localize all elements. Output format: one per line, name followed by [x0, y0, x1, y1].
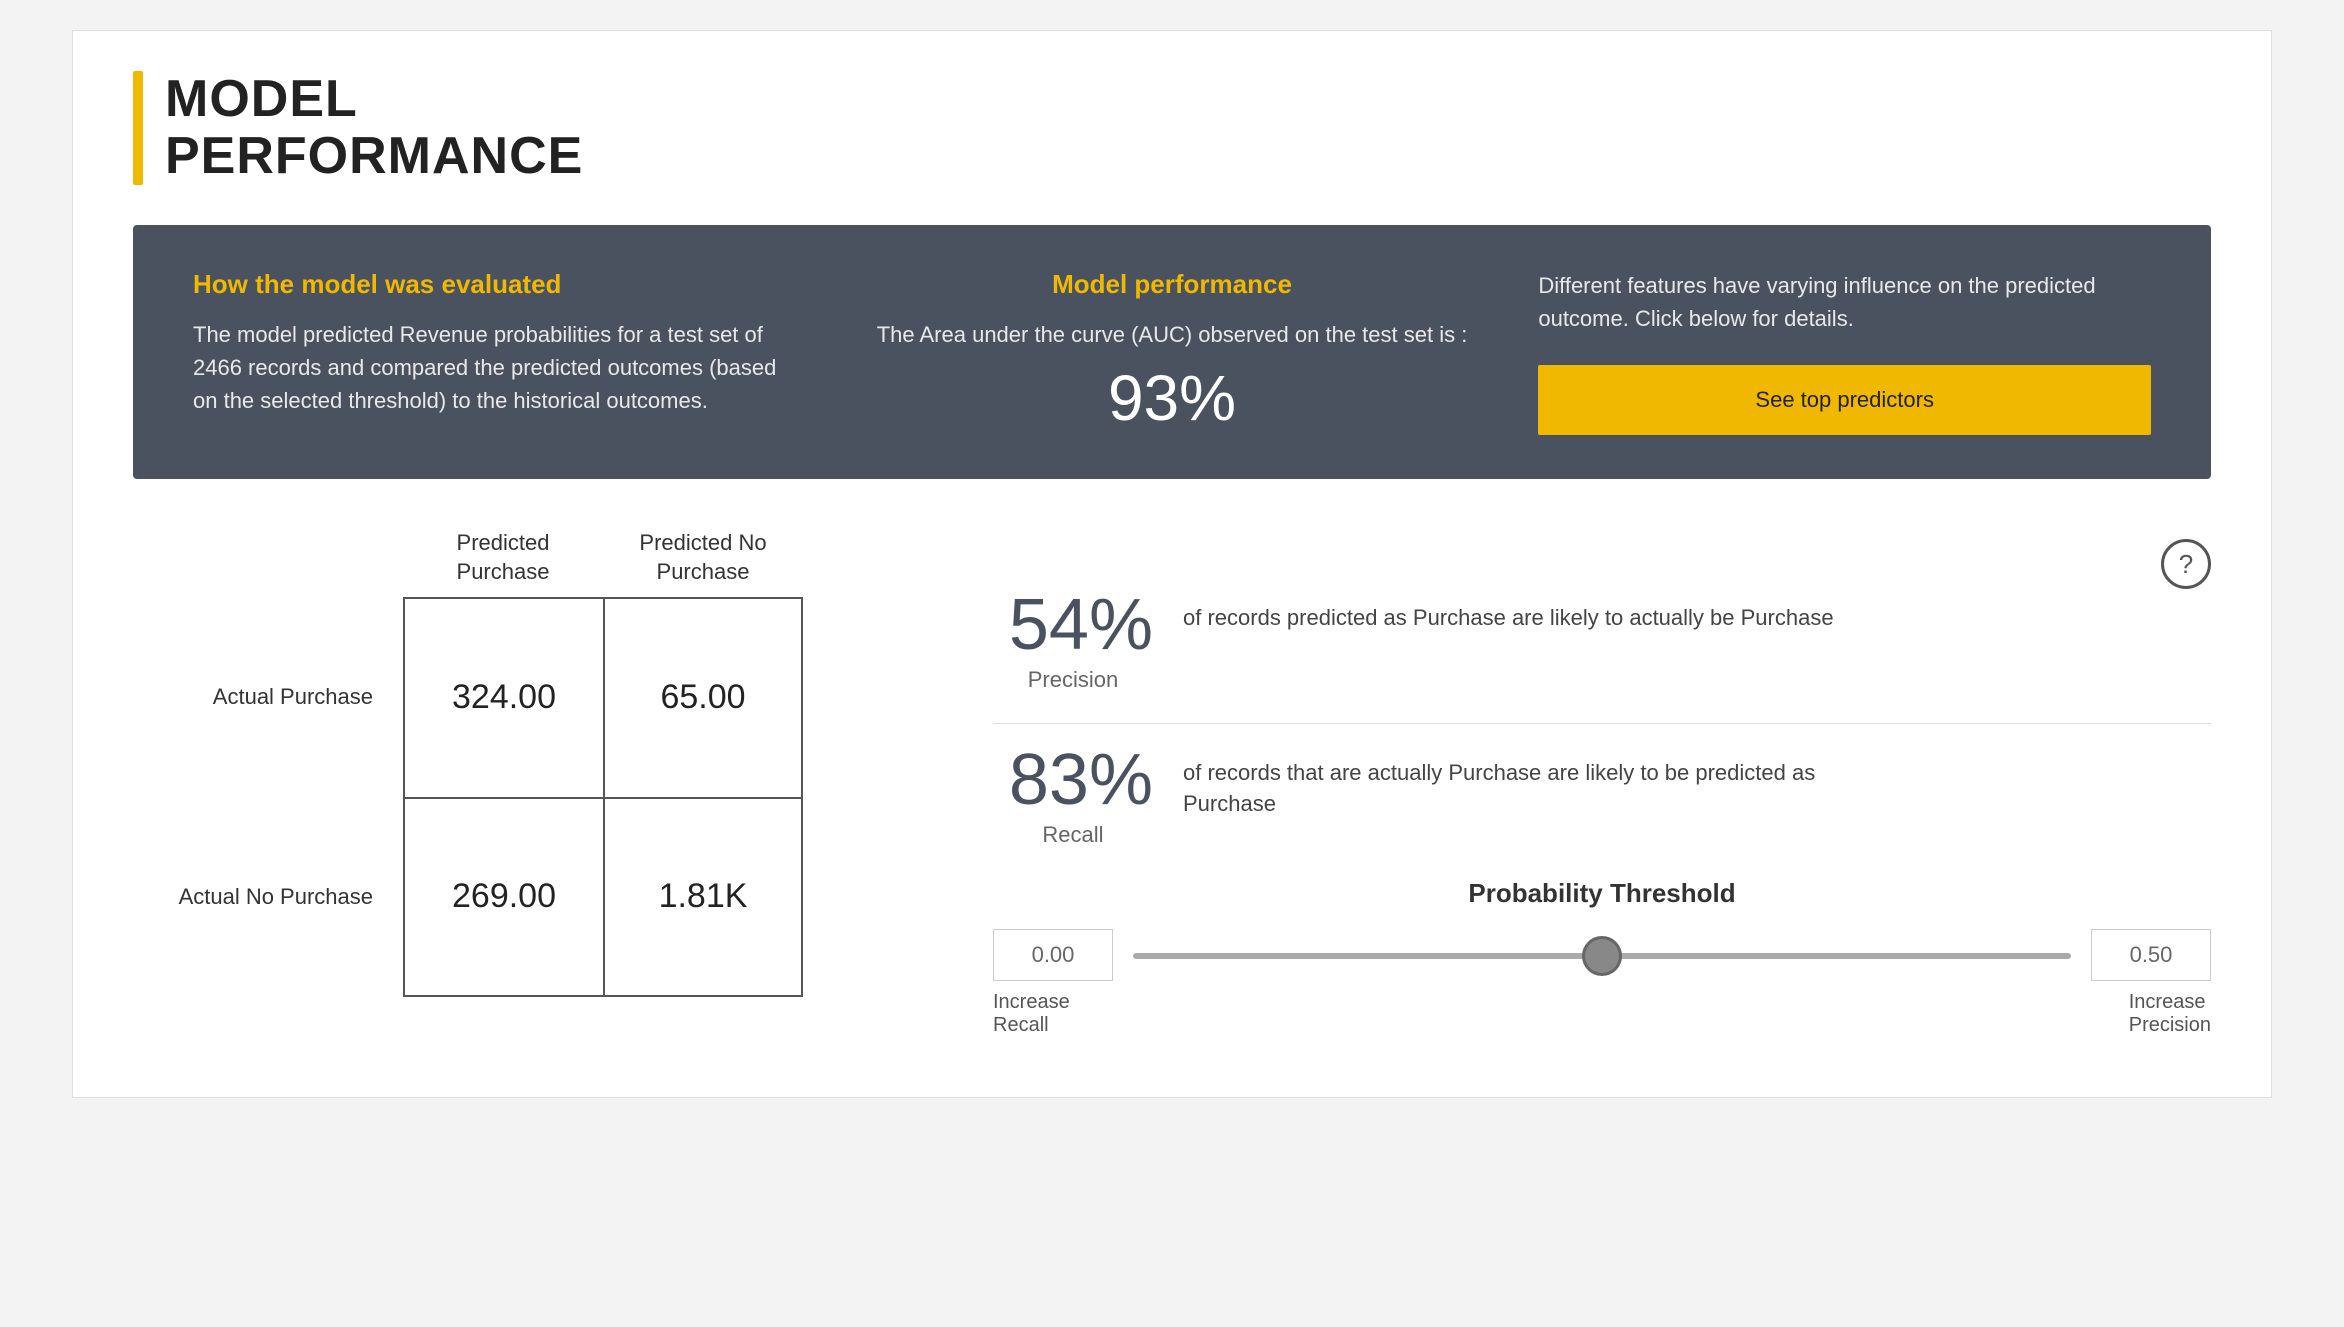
matrix-cell-tp: 324.00 — [403, 597, 603, 797]
matrix-row-label-no-purchase: Actual No Purchase — [133, 884, 403, 910]
help-icon[interactable]: ? — [2161, 539, 2211, 589]
precision-label: Precision — [993, 667, 1153, 693]
recall-description: of records that are actually Purchase ar… — [1183, 744, 1883, 820]
main-relative-wrap: ? PredictedPurchase Predicted NoPurchase… — [133, 529, 2211, 1037]
metrics-panel: 54% Precision of records predicted as Pu… — [993, 529, 2211, 1037]
recall-value-area: 83% Recall — [993, 744, 1153, 848]
matrix-cell-tn: 1.81K — [603, 797, 803, 997]
threshold-right-input[interactable] — [2091, 929, 2211, 981]
confusion-matrix-area: PredictedPurchase Predicted NoPurchase A… — [133, 529, 913, 996]
matrix-header-row: PredictedPurchase Predicted NoPurchase — [133, 529, 913, 586]
banner-text-auc: The Area under the curve (AUC) observed … — [866, 318, 1479, 351]
matrix-cell-fn: 65.00 — [603, 597, 803, 797]
info-banner: How the model was evaluated The model pr… — [133, 225, 2211, 479]
threshold-title: Probability Threshold — [993, 878, 2211, 909]
threshold-label-recall: IncreaseRecall — [993, 991, 1070, 1037]
page-title: MODEL PERFORMANCE — [165, 71, 583, 185]
matrix-row-actual-purchase: Actual Purchase 324.00 65.00 — [133, 597, 913, 797]
threshold-controls — [993, 929, 2211, 981]
threshold-label-precision: IncreasePrecision — [2129, 991, 2211, 1037]
title-line2: PERFORMANCE — [165, 128, 583, 185]
see-top-predictors-button[interactable]: See top predictors — [1538, 365, 2151, 435]
matrix-row-actual-no-purchase: Actual No Purchase 269.00 1.81K — [133, 797, 913, 997]
threshold-labels: IncreaseRecall IncreasePrecision — [993, 991, 2211, 1037]
recall-value: 83% — [993, 744, 1153, 816]
metric-divider — [993, 723, 2211, 724]
threshold-slider-container — [1133, 946, 2071, 964]
precision-block: 54% Precision of records predicted as Pu… — [993, 589, 2211, 693]
precision-description: of records predicted as Purchase are lik… — [1183, 589, 1834, 634]
main-content: PredictedPurchase Predicted NoPurchase A… — [133, 529, 2211, 1037]
matrix-cells-row1: 324.00 65.00 — [403, 597, 803, 797]
matrix-cells-row2: 269.00 1.81K — [403, 797, 803, 997]
header-accent-bar — [133, 71, 143, 185]
banner-auc-value: 93% — [866, 361, 1479, 435]
banner-text-evaluation: The model predicted Revenue probabilitie… — [193, 318, 806, 417]
matrix-row-label-purchase: Actual Purchase — [133, 684, 403, 710]
matrix-cell-fp: 269.00 — [403, 797, 603, 997]
precision-value: 54% — [993, 589, 1153, 661]
recall-block: 83% Recall of records that are actually … — [993, 744, 2211, 848]
banner-section-predictors: Different features have varying influenc… — [1538, 269, 2151, 435]
page-header: MODEL PERFORMANCE — [133, 71, 2211, 185]
banner-title-evaluation: How the model was evaluated — [193, 269, 806, 300]
threshold-section: Probability Threshold IncreaseRecall Inc… — [993, 878, 2211, 1037]
banner-section-evaluation: How the model was evaluated The model pr… — [193, 269, 806, 435]
matrix-col-label-no-purchase: Predicted NoPurchase — [603, 529, 803, 586]
precision-value-area: 54% Precision — [993, 589, 1153, 693]
recall-label: Recall — [993, 822, 1153, 848]
matrix-body: Actual Purchase 324.00 65.00 Actual No P… — [133, 597, 913, 997]
help-icon-container: ? — [2161, 539, 2211, 589]
banner-section-performance: Model performance The Area under the cur… — [866, 269, 1479, 435]
banner-title-performance: Model performance — [866, 269, 1479, 300]
matrix-col-label-purchase: PredictedPurchase — [403, 529, 603, 586]
page-container: MODEL PERFORMANCE How the model was eval… — [72, 30, 2272, 1098]
banner-text-predictors: Different features have varying influenc… — [1538, 269, 2151, 335]
threshold-slider[interactable] — [1133, 953, 2071, 959]
threshold-left-input[interactable] — [993, 929, 1113, 981]
title-line1: MODEL — [165, 71, 583, 128]
